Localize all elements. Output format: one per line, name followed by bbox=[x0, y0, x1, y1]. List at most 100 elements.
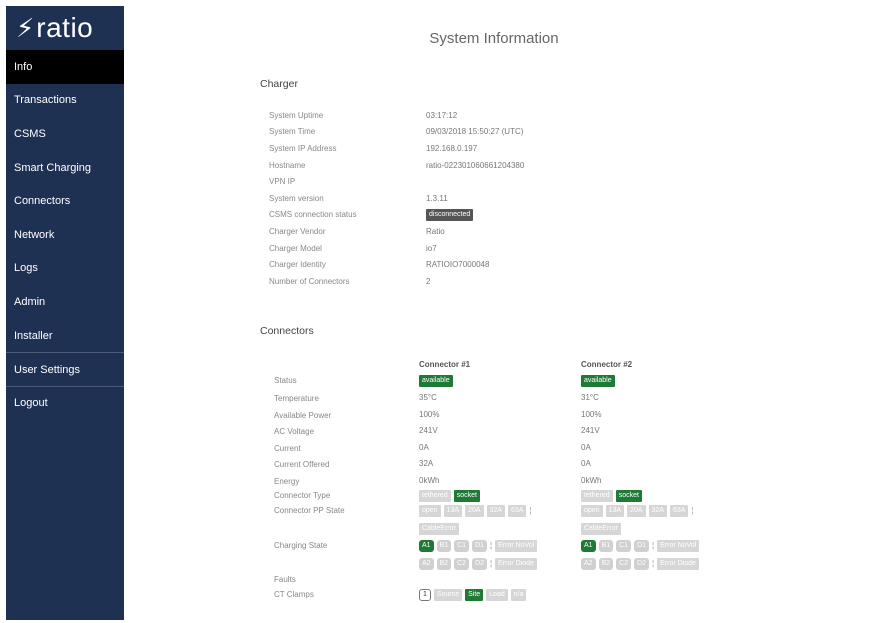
row-label: Faults bbox=[274, 575, 296, 584]
separator: ¦ bbox=[529, 506, 532, 515]
connector-row-status: Status available available bbox=[274, 375, 794, 387]
state-tag-b2: B2 bbox=[598, 558, 614, 570]
state-tag-a1: A1 bbox=[581, 540, 596, 552]
type-tag-tethered: tethered bbox=[581, 490, 613, 502]
info-label: System IP Address bbox=[269, 143, 337, 153]
separator: ¦ bbox=[652, 541, 655, 550]
pp-tag-63a: 63A bbox=[507, 505, 527, 517]
logo-text: ratio bbox=[36, 12, 94, 43]
info-value: io7 bbox=[426, 243, 437, 253]
info-row-csms-status: CSMS connection status disconnected bbox=[269, 207, 719, 224]
connector-1-current-offered: 32A bbox=[419, 459, 434, 468]
ct-tag-site: Site bbox=[465, 589, 484, 601]
info-row-model: Charger Model io7 bbox=[269, 240, 719, 257]
row-label: Energy bbox=[274, 476, 300, 486]
info-value: Ratio bbox=[426, 226, 445, 236]
sidebar-item-connectors[interactable]: Connectors bbox=[6, 184, 124, 218]
info-label: System Time bbox=[269, 127, 316, 137]
type-tag-socket: socket bbox=[453, 490, 480, 502]
info-row-vpn-ip: VPN IP bbox=[269, 173, 719, 190]
state-tag-b1: B1 bbox=[598, 540, 614, 552]
connector-row-current-offered: Current Offered 32A 0A bbox=[274, 459, 794, 469]
ct-tag-na: n/a bbox=[510, 589, 527, 601]
connector-2-header: Connector #2 bbox=[581, 360, 633, 369]
csms-status-badge: disconnected bbox=[426, 208, 474, 221]
info-row-system-version: System version 1.3.11 bbox=[269, 190, 719, 207]
pp-tag-32a: 32A bbox=[486, 505, 505, 517]
info-label: Charger Identity bbox=[269, 260, 326, 270]
main-content: System Information Charger System Uptime… bbox=[124, 0, 877, 623]
row-label: AC Voltage bbox=[274, 427, 315, 436]
state-tag-c1: C1 bbox=[454, 540, 470, 552]
state-tag-c2: C2 bbox=[454, 558, 470, 570]
separator: ¦ bbox=[652, 559, 655, 568]
status-badge: available bbox=[581, 375, 615, 387]
connectors-section-title: Connectors bbox=[260, 325, 314, 337]
pp-tag-13a: 13A bbox=[605, 505, 625, 517]
row-label: Status bbox=[274, 376, 297, 385]
info-value: 2 bbox=[426, 276, 431, 286]
logo[interactable]: ⚡︎ ratio bbox=[6, 6, 124, 50]
info-row-uptime: System Uptime 03:17:12 bbox=[269, 107, 719, 124]
state-tag-error-diode: Error Diode bbox=[495, 558, 537, 570]
info-label: VPN IP bbox=[269, 177, 296, 187]
info-row-vendor: Charger Vendor Ratio bbox=[269, 223, 719, 240]
connector-row-energy: Energy 0kWh 0kWh bbox=[274, 476, 794, 486]
state-tag-a2: A2 bbox=[419, 558, 434, 570]
pp-tag-13a: 13A bbox=[443, 505, 463, 517]
sidebar-item-logout[interactable]: Logout bbox=[6, 385, 124, 420]
state-tag-c1: C1 bbox=[616, 540, 632, 552]
pp-tag-open: open bbox=[581, 505, 603, 517]
sidebar-item-logs[interactable]: Logs bbox=[6, 252, 124, 286]
connector-1-energy: 0kWh bbox=[419, 475, 440, 485]
state-tag-d1: D1 bbox=[634, 540, 650, 552]
sidebar-item-smart-charging[interactable]: Smart Charging bbox=[6, 151, 124, 185]
sidebar: ⚡︎ ratio Info Transactions CSMS Smart Ch… bbox=[6, 6, 124, 620]
charger-section-title: Charger bbox=[260, 78, 298, 90]
info-label: Number of Connectors bbox=[269, 276, 350, 286]
info-row-num-connectors: Number of Connectors 2 bbox=[269, 273, 719, 290]
state-tag-c2: C2 bbox=[616, 558, 632, 570]
connector-2-temperature: 31°C bbox=[581, 393, 599, 402]
state-tag-d1: D1 bbox=[472, 540, 488, 552]
state-tag-b1: B1 bbox=[436, 540, 452, 552]
info-label: Hostname bbox=[269, 160, 306, 170]
info-label: System Uptime bbox=[269, 110, 324, 120]
row-label: Charging State bbox=[274, 541, 328, 550]
sidebar-item-transactions[interactable]: Transactions bbox=[6, 84, 124, 118]
type-tag-socket: socket bbox=[615, 490, 642, 502]
connector-1-available-power: 100% bbox=[419, 409, 440, 419]
row-label: Connector PP State bbox=[274, 506, 345, 515]
sidebar-item-installer[interactable]: Installer bbox=[6, 319, 124, 353]
page-title: System Information bbox=[429, 30, 559, 47]
ct-number: 1 bbox=[419, 589, 431, 601]
state-tag-d2: D2 bbox=[472, 558, 488, 570]
sidebar-item-csms[interactable]: CSMS bbox=[6, 117, 124, 151]
connector-2-ac-voltage: 241V bbox=[581, 426, 600, 435]
connector-1-ac-voltage: 241V bbox=[419, 426, 438, 435]
info-value: 192.168.0.197 bbox=[426, 143, 478, 153]
row-label: Temperature bbox=[274, 394, 319, 403]
connector-header-row: Connector #1 Connector #2 bbox=[274, 360, 794, 369]
ct-tag-load: Load bbox=[486, 589, 508, 601]
separator: ¦ bbox=[490, 559, 493, 568]
connector-row-ac-voltage: AC Voltage 241V 241V bbox=[274, 426, 794, 436]
info-label: CSMS connection status bbox=[269, 210, 357, 220]
connector-row-charging-state: Charging State A1 B1 C1 D1 ¦ Error NoVol… bbox=[274, 540, 794, 570]
state-tag-error-novol: Error NoVol bbox=[657, 540, 700, 552]
sidebar-item-info[interactable]: Info bbox=[6, 50, 124, 84]
info-label: Charger Model bbox=[269, 243, 322, 253]
ct-tag-source: Source bbox=[433, 589, 463, 601]
sidebar-item-user-settings[interactable]: User Settings bbox=[6, 352, 124, 386]
connector-row-current: Current 0A 0A bbox=[274, 443, 794, 453]
connector-2-energy: 0kWh bbox=[581, 475, 602, 485]
row-label: Available Power bbox=[274, 410, 332, 420]
separator: ¦ bbox=[691, 506, 694, 515]
connector-row-faults: Faults bbox=[274, 574, 794, 584]
sidebar-item-network[interactable]: Network bbox=[6, 218, 124, 252]
connector-2-current-offered: 0A bbox=[581, 459, 591, 468]
info-row-system-time: System Time 09/03/2018 15:50:27 (UTC) bbox=[269, 124, 719, 141]
info-value: RATIOIO7000048 bbox=[426, 260, 490, 270]
row-label: Current bbox=[274, 443, 301, 453]
sidebar-item-admin[interactable]: Admin bbox=[6, 285, 124, 319]
